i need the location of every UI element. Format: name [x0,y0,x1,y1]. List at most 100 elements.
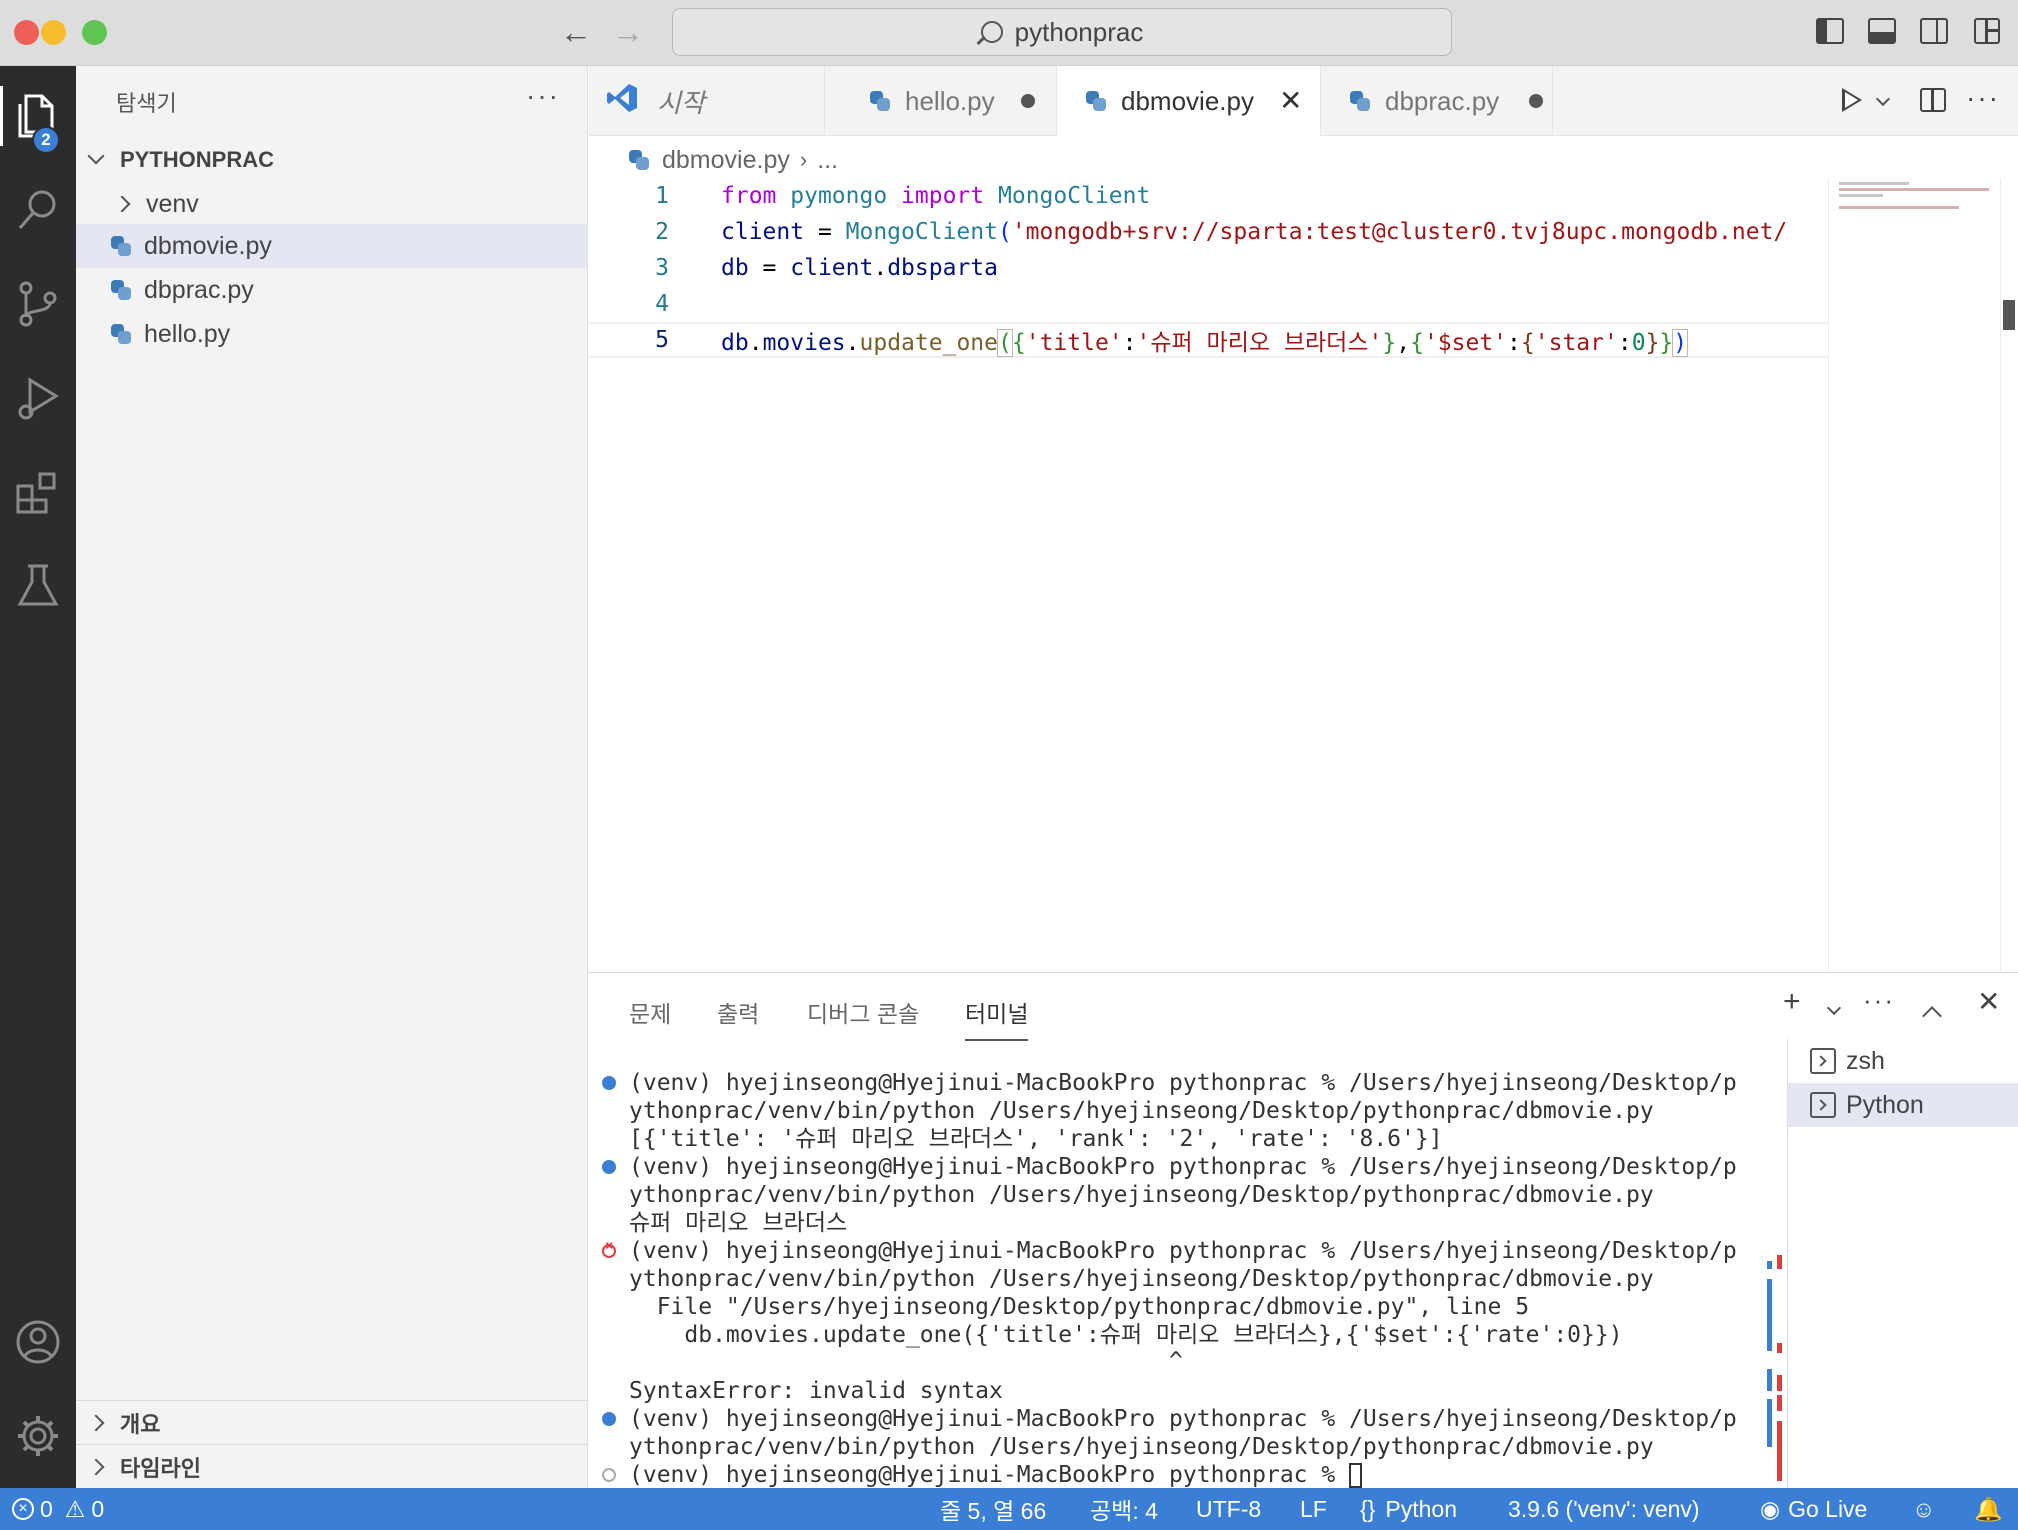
source-control-activity[interactable] [0,264,76,344]
terminal-line: File "/Users/hyejinseong/Desktop/pythonp… [629,1294,1530,1320]
split-editor-icon[interactable] [1920,88,1946,112]
tree-item-venv[interactable]: venv [76,182,587,226]
tab-output[interactable]: 출력 [717,995,759,1029]
account-icon [16,1320,60,1364]
feedback-icon[interactable]: ☺ [1912,1488,1935,1530]
line-number: 4 [655,291,669,317]
python-file-icon [1349,90,1371,112]
new-terminal-plus-icon[interactable]: + [1783,985,1801,1019]
terminal-item-zsh[interactable]: zsh [1788,1039,2018,1083]
minimap[interactable] [1828,178,1998,972]
tree-item-hello[interactable]: hello.py [76,312,587,356]
explorer-activity[interactable]: 2 [0,76,76,156]
forward-arrow-icon[interactable]: → [612,14,644,50]
terminal-line: [{'title': '슈퍼 마리오 브라더스', 'rank': '2', '… [629,1126,1443,1152]
tab-welcome[interactable]: 시작 [589,66,825,136]
extensions-activity[interactable] [0,452,76,532]
tree-item-dbprac[interactable]: dbprac.py [76,268,587,312]
gutter-marker [1777,1255,1782,1269]
maximize-window-button[interactable] [82,20,107,45]
broadcast-icon: ◉ [1760,1495,1781,1522]
breadcrumb-symbols[interactable]: ... [817,146,838,175]
terminal-profile-chevron-icon[interactable] [1826,1000,1842,1016]
python-file-icon [869,90,891,112]
cursor-position[interactable]: 줄 5, 열 66 [940,1488,1046,1530]
timeline-section[interactable]: 타임라인 [76,1444,587,1488]
code-editor[interactable]: 1 from pymongo import MongoClient 2 clie… [589,178,1829,972]
tree-item-label: hello.py [144,319,231,348]
tab-problems[interactable]: 문제 [629,995,671,1029]
language-mode[interactable]: {} Python [1360,1488,1457,1530]
unsaved-dot-icon [1021,94,1035,108]
tab-hello[interactable]: hello.py [825,66,1057,136]
close-tab-icon[interactable]: ✕ [1279,84,1302,117]
toggle-secondary-sidebar-icon[interactable] [1920,18,1948,44]
python-file-icon [628,149,650,171]
python-file-icon [110,323,132,345]
vscode-window: ← → pythonprac 2 탐색기 ··· PYTHONPRAC venv… [0,0,2018,1530]
back-arrow-icon[interactable]: ← [560,14,592,50]
chevron-right-icon [87,1414,105,1431]
command-success-dot-icon [602,1412,616,1426]
python-file-icon [1085,90,1107,112]
indentation[interactable]: 공백: 4 [1090,1488,1158,1530]
panel-more-icon[interactable]: ··· [1863,985,1895,1016]
language-label: Python [1385,1495,1457,1522]
terminal-line: ythonprac/venv/bin/python /Users/hyejins… [629,1434,1654,1460]
command-success-dot-icon [602,1076,616,1090]
tab-terminal[interactable]: 터미널 [965,995,1029,1041]
close-window-button[interactable] [14,20,39,45]
breadcrumb-file[interactable]: dbmovie.py [662,146,790,175]
terminal-line: ythonprac/venv/bin/python /Users/hyejins… [629,1098,1654,1124]
tab-dbprac[interactable]: dbprac.py [1321,66,1553,136]
explorer-badge: 2 [32,126,60,154]
problems-status[interactable]: × 0 ⚠ 0 [12,1488,104,1530]
workspace-folder[interactable]: PYTHONPRAC [87,142,274,178]
toggle-primary-sidebar-icon[interactable] [1816,18,1844,44]
tab-label: hello.py [905,85,995,116]
line-number: 5 [655,327,669,353]
explorer-more-icon[interactable]: ··· [526,80,560,112]
code-line: 1 from pymongo import MongoClient [589,178,1829,214]
search-text: pythonprac [1014,16,1144,47]
go-live-button[interactable]: ◉ Go Live [1760,1488,1867,1530]
editor-scrollbar[interactable] [2000,178,2018,972]
terminal-cursor [1349,1463,1363,1488]
gutter-marker [1767,1369,1772,1391]
editor-more-icon[interactable]: ··· [1966,82,2000,114]
gutter-marker [1777,1343,1782,1353]
outline-section[interactable]: 개요 [76,1400,587,1444]
accounts-activity[interactable] [0,1302,76,1382]
command-error-icon [602,1238,616,1258]
explorer-sidebar: 탐색기 ··· PYTHONPRAC venv dbmovie.py dbpra… [76,66,588,1488]
gutter-marker [1777,1375,1782,1391]
terminal-output[interactable]: (venv) hyejinseong@Hyejinui-MacBookPro p… [589,1069,1787,1488]
line-number: 3 [655,255,669,281]
notifications-bell-icon[interactable]: 🔔 [1974,1488,2003,1530]
customize-layout-icon[interactable] [1974,18,2000,44]
tab-dbmovie[interactable]: dbmovie.py ✕ [1057,66,1321,137]
encoding[interactable]: UTF-8 [1196,1488,1261,1530]
command-center-search[interactable]: pythonprac [672,8,1452,56]
terminal-line: (venv) hyejinseong@Hyejinui-MacBookPro p… [629,1070,1737,1096]
python-interpreter[interactable]: 3.9.6 ('venv': venv) [1508,1488,1700,1530]
tab-debug-console[interactable]: 디버그 콘솔 [807,995,919,1029]
line-number: 2 [655,219,669,245]
terminal-item-python[interactable]: Python [1788,1083,2018,1127]
extensions-icon [16,472,56,514]
command-pending-dot-icon [602,1468,616,1482]
run-python-file-icon[interactable] [1842,88,1862,112]
tree-item-dbmovie[interactable]: dbmovie.py [76,224,587,268]
testing-activity[interactable] [0,546,76,626]
go-live-label: Go Live [1788,1495,1868,1522]
maximize-panel-chevron-up-icon[interactable] [1922,1006,1942,1026]
minimap-line [1839,188,1989,191]
terminal-list: zsh Python [1787,1039,2018,1489]
end-of-line[interactable]: LF [1300,1488,1327,1530]
minimize-window-button[interactable] [41,20,66,45]
close-panel-icon[interactable]: ✕ [1977,985,2000,1018]
toggle-panel-icon[interactable] [1868,18,1896,44]
manage-activity[interactable] [0,1396,76,1476]
run-debug-activity[interactable] [0,358,76,438]
search-activity[interactable] [0,170,76,250]
